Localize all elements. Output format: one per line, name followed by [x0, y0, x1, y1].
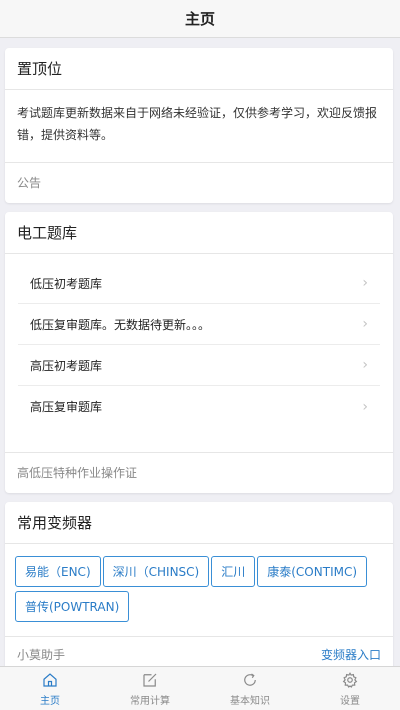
inverter-card: 常用变频器 易能（ENC) 深川（CHINSC) 汇川 康泰(CONTIMC) … — [5, 502, 393, 666]
list-item-low-voltage-review[interactable]: 低压复审题库。无数据待更新。。。 › — [18, 304, 380, 345]
refresh-icon — [244, 673, 256, 686]
list-item-label: 高压初考题库 — [30, 358, 103, 373]
tab-label: 设置 — [340, 695, 360, 707]
list-item-high-voltage-initial[interactable]: 高压初考题库 › — [18, 345, 380, 386]
list-item-label: 低压初考题库 — [30, 276, 103, 291]
navigation-bar: 主页 — [0, 0, 400, 38]
chevron-right-icon: › — [362, 357, 368, 373]
inverter-card-title: 常用变频器 — [5, 502, 393, 544]
list-item-high-voltage-review[interactable]: 高压复审题库 › — [18, 386, 380, 427]
list-item-low-voltage-initial[interactable]: 低压初考题库 › — [18, 263, 380, 304]
gear-icon — [342, 671, 358, 688]
list-item-label: 低压复审题库。无数据待更新。。。 — [30, 317, 211, 332]
assistant-label: 小莫助手 — [17, 648, 66, 662]
tab-label: 基本知识 — [230, 695, 270, 707]
tag-huichuan[interactable]: 汇川 — [211, 556, 256, 587]
tab-label: 主页 — [40, 695, 60, 707]
tab-home[interactable]: 主页 — [0, 667, 100, 710]
home-icon — [43, 672, 57, 687]
notice-footer[interactable]: 公告 — [5, 162, 393, 202]
question-bank-card: 电工题库 低压初考题库 › 低压复审题库。无数据待更新。。。 › 高压初考题库 … — [5, 212, 393, 493]
page-title: 主页 — [184, 10, 215, 28]
tag-chinsc[interactable]: 深川（CHINSC) — [102, 556, 210, 587]
inverter-tags: 易能（ENC) 深川（CHINSC) 汇川 康泰(CONTIMC) 普传(POW… — [5, 544, 393, 628]
tab-label: 常用计算 — [130, 695, 170, 707]
edit-icon — [143, 673, 157, 687]
chevron-right-icon: › — [362, 316, 368, 332]
inverter-footer: 小莫助手 变频器入口 — [5, 636, 393, 666]
tab-bar: 主页 常用计算 基本知识 设置 — [0, 666, 400, 710]
question-bank-title: 电工题库 — [5, 212, 393, 254]
list-item-label: 高压复审题库 — [30, 400, 103, 414]
chevron-right-icon: › — [362, 275, 368, 291]
notice-card: 置顶位 考试题库更新数据来自于网络未经验证，仅供参考学习，欢迎反馈报错，提供资料… — [5, 48, 393, 203]
notice-card-title: 置顶位 — [5, 48, 393, 90]
tag-contimc[interactable]: 康泰(CONTIMC) — [257, 556, 368, 587]
main-content[interactable]: 置顶位 考试题库更新数据来自于网络未经验证，仅供参考学习，欢迎反馈报错，提供资料… — [0, 38, 400, 666]
tab-calculation[interactable]: 常用计算 — [100, 667, 200, 710]
inverter-entry-link[interactable]: 变频器入口 — [321, 646, 381, 663]
tab-basic-knowledge[interactable]: 基本知识 — [200, 667, 300, 710]
tab-settings[interactable]: 设置 — [300, 667, 400, 710]
question-bank-list: 低压初考题库 › 低压复审题库。无数据待更新。。。 › 高压初考题库 › 高压复… — [5, 254, 393, 452]
question-bank-footer[interactable]: 高低压特种作业操作证 — [5, 452, 393, 492]
tag-powtran[interactable]: 普传(POWTRAN) — [15, 591, 130, 622]
chevron-right-icon: › — [362, 398, 368, 415]
notice-text: 考试题库更新数据来自于网络未经验证，仅供参考学习，欢迎反馈报错，提供资料等。 — [17, 106, 378, 142]
question-bank-footer-label: 高低压特种作业操作证 — [17, 466, 138, 480]
notice-footer-label: 公告 — [17, 176, 42, 190]
tag-enc[interactable]: 易能（ENC) — [15, 556, 101, 587]
